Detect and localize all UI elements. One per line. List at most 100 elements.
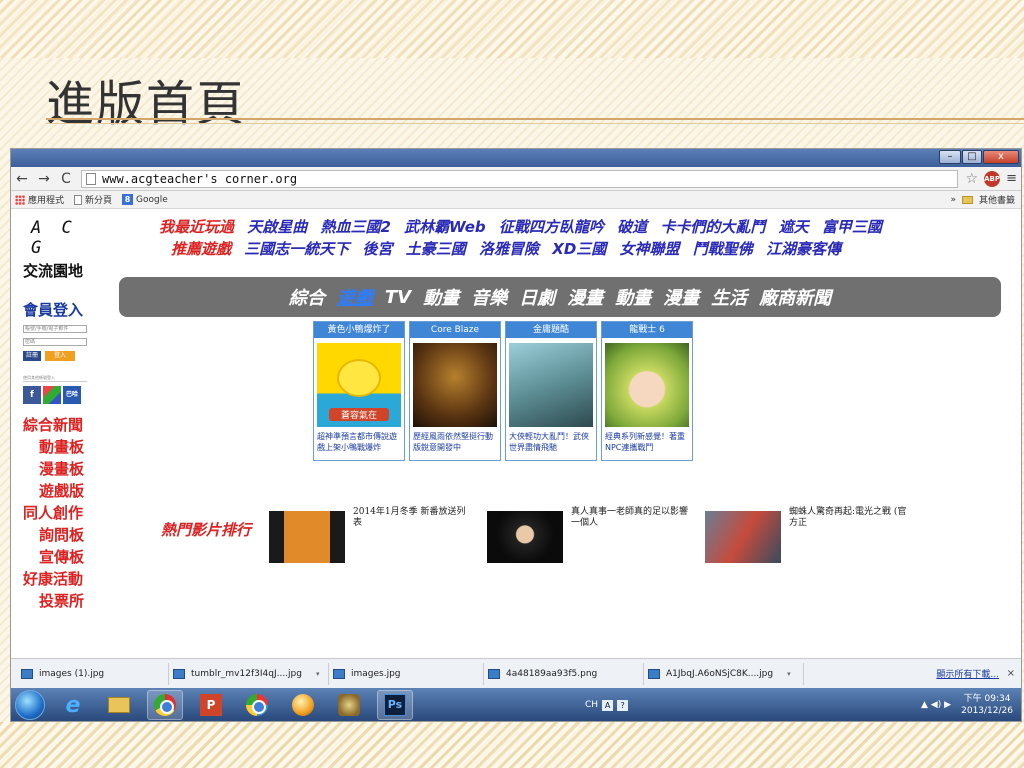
- recommend-game-link[interactable]: 三國志一統天下: [244, 240, 349, 258]
- minimize-button[interactable]: –: [939, 150, 961, 164]
- category-tab[interactable]: TV: [385, 287, 411, 308]
- taskbar-explorer[interactable]: [101, 690, 137, 720]
- taskbar-photoshop[interactable]: Ps: [377, 690, 413, 720]
- recent-game-link[interactable]: 熱血三國2: [321, 218, 391, 236]
- bookmark-new-tab[interactable]: 新分頁: [74, 193, 112, 206]
- taskbar-ie[interactable]: e: [55, 690, 91, 720]
- bookmark-apps[interactable]: 應用程式: [15, 193, 64, 206]
- video-title[interactable]: 2014年1月冬季 新番放送列表: [353, 507, 473, 529]
- category-tab[interactable]: 漫畫: [663, 284, 699, 310]
- category-tab[interactable]: 動畫: [423, 284, 459, 310]
- other-bookmarks[interactable]: 其他書籤: [979, 193, 1015, 206]
- category-tab[interactable]: 音樂: [471, 284, 507, 310]
- featured-card[interactable]: 黃色小鴨爆炸了 蒼容氣在 超神準預言都市傳說遊戲上架小鴨戰爆炸: [313, 321, 405, 461]
- ime-mode-icon[interactable]: A: [602, 699, 614, 711]
- taskbar-clock[interactable]: 下午 09:34 2013/12/26: [961, 693, 1013, 717]
- recommend-game-link[interactable]: 女神聯盟: [620, 240, 680, 258]
- bookmarks-more[interactable]: »: [950, 195, 956, 205]
- address-bar[interactable]: www.acgteacher's corner.org: [81, 169, 958, 188]
- taskbar-game[interactable]: [331, 690, 367, 720]
- recent-game-link[interactable]: 卡卡們的大亂鬥: [660, 218, 765, 236]
- taskbar-app[interactable]: [239, 690, 275, 720]
- google-plus-icon[interactable]: [43, 386, 61, 404]
- side-menu-item[interactable]: 綜合新聞: [23, 414, 103, 436]
- ime-help-icon[interactable]: ?: [617, 699, 629, 711]
- side-menu-item[interactable]: 同人創作: [23, 502, 103, 524]
- recommend-game-link[interactable]: 鬥戰聖佛: [693, 240, 753, 258]
- download-item[interactable]: images (1).jpg: [17, 662, 169, 685]
- download-item[interactable]: images.jpg: [329, 662, 484, 685]
- facebook-icon[interactable]: f: [23, 386, 41, 404]
- site-logo[interactable]: A C G: [23, 218, 103, 258]
- video-thumbnail[interactable]: [705, 511, 781, 563]
- download-item[interactable]: A1JbqJ.A6oNSjC8K....jpg ▾: [644, 662, 804, 685]
- side-menu-item[interactable]: 詢問板: [23, 524, 103, 546]
- recent-game-link[interactable]: 遮天: [779, 218, 809, 236]
- adblock-icon[interactable]: ABP: [984, 170, 1001, 187]
- menu-icon[interactable]: ≡: [1006, 171, 1017, 186]
- card-image-anime: [605, 343, 689, 427]
- start-button[interactable]: [15, 690, 45, 720]
- ime-language[interactable]: CH: [585, 700, 598, 710]
- recent-game-link[interactable]: 征戰四方臥龍吟: [499, 218, 604, 236]
- video-thumbnail[interactable]: [487, 511, 563, 563]
- video-item[interactable]: 蜘蛛人驚奇再起:電光之戰 (官方正: [705, 507, 975, 567]
- bahamut-icon[interactable]: 巴哈: [63, 386, 81, 404]
- video-title[interactable]: 真人真事一老師真的足以影響一個人: [571, 507, 691, 529]
- category-tab[interactable]: 動畫: [615, 284, 651, 310]
- password-input[interactable]: 密碼: [23, 338, 87, 346]
- recommend-game-link[interactable]: XD三國: [552, 240, 606, 258]
- featured-card[interactable]: Core Blaze 歷經風雨依然堅挺行動版銳意開發中: [409, 321, 501, 461]
- side-menu-item[interactable]: 好康活動: [23, 568, 103, 590]
- close-button[interactable]: x: [983, 150, 1019, 164]
- bookmark-star-icon[interactable]: ☆: [966, 171, 979, 187]
- side-menu-item[interactable]: 遊戲版: [23, 480, 103, 502]
- recent-game-link[interactable]: 破道: [617, 218, 647, 236]
- image-file-icon: [333, 668, 345, 679]
- reload-button[interactable]: C: [59, 171, 73, 187]
- window-titlebar: – □ x: [11, 149, 1021, 167]
- chevron-down-icon[interactable]: ▾: [316, 670, 320, 678]
- recent-game-link[interactable]: 富甲三國: [822, 218, 882, 236]
- category-tab[interactable]: 漫畫: [567, 284, 603, 310]
- side-menu-item[interactable]: 漫畫板: [23, 458, 103, 480]
- login-button[interactable]: 登入: [45, 351, 75, 361]
- taskbar-powerpoint[interactable]: P: [193, 690, 229, 720]
- side-menu-item[interactable]: 動畫板: [23, 436, 103, 458]
- recommend-game-link[interactable]: 洛雅冒險: [479, 240, 539, 258]
- category-tab[interactable]: 生活: [711, 284, 747, 310]
- register-button[interactable]: 註冊: [23, 351, 41, 361]
- taskbar-chrome[interactable]: [147, 690, 183, 720]
- recommend-games-label: 推薦遊戲: [171, 240, 232, 258]
- category-tab-active[interactable]: 遊戲: [337, 284, 373, 310]
- recommend-game-link[interactable]: 江湖豪客傳: [766, 240, 841, 258]
- taskbar-ball-app[interactable]: [285, 690, 321, 720]
- recommend-game-link[interactable]: 後宮: [363, 240, 393, 258]
- featured-cards: 黃色小鴨爆炸了 蒼容氣在 超神準預言都市傳說遊戲上架小鴨戰爆炸 Core Bla…: [313, 321, 693, 461]
- system-tray[interactable]: ▲ ◀) ▶: [921, 700, 951, 710]
- side-menu-item[interactable]: 投票所: [23, 590, 103, 612]
- recent-game-link[interactable]: 武林霸Web: [404, 218, 486, 236]
- video-thumbnail[interactable]: [269, 511, 345, 563]
- download-item[interactable]: tumblr_mv12f3I4qJ....jpg ▾: [169, 662, 329, 685]
- bookmark-google[interactable]: 8 Google: [122, 194, 168, 205]
- download-item[interactable]: 4a48189aa93f5.png: [484, 662, 644, 685]
- category-tab[interactable]: 日劇: [519, 284, 555, 310]
- username-input[interactable]: 帳號/手機/電子郵件: [23, 325, 87, 333]
- featured-card[interactable]: 金庸題酷 大俠輕功大亂鬥！武俠世界盡情飛馳: [505, 321, 597, 461]
- back-button[interactable]: ←: [15, 171, 29, 187]
- show-all-downloads-link[interactable]: 顯示所有下載...: [936, 667, 999, 680]
- chevron-down-icon[interactable]: ▾: [787, 670, 791, 678]
- side-menu-item[interactable]: 宣傳板: [23, 546, 103, 568]
- recommend-game-link[interactable]: 土豪三國: [406, 240, 466, 258]
- card-description: 歷經風雨依然堅挺行動版銳意開發中: [413, 432, 493, 452]
- recent-game-link[interactable]: 天啟星曲: [247, 218, 307, 236]
- video-title[interactable]: 蜘蛛人驚奇再起:電光之戰 (官方正: [789, 507, 909, 529]
- category-tab[interactable]: 綜合: [289, 284, 325, 310]
- forward-button[interactable]: →: [37, 171, 51, 187]
- close-icon[interactable]: ×: [1007, 668, 1015, 679]
- featured-card[interactable]: 龍戰士 6 經典系列新感覺！著重NPC連攜戰鬥: [601, 321, 693, 461]
- category-tab[interactable]: 廠商新聞: [759, 284, 831, 310]
- maximize-button[interactable]: □: [962, 150, 982, 164]
- app-icon: [246, 694, 268, 716]
